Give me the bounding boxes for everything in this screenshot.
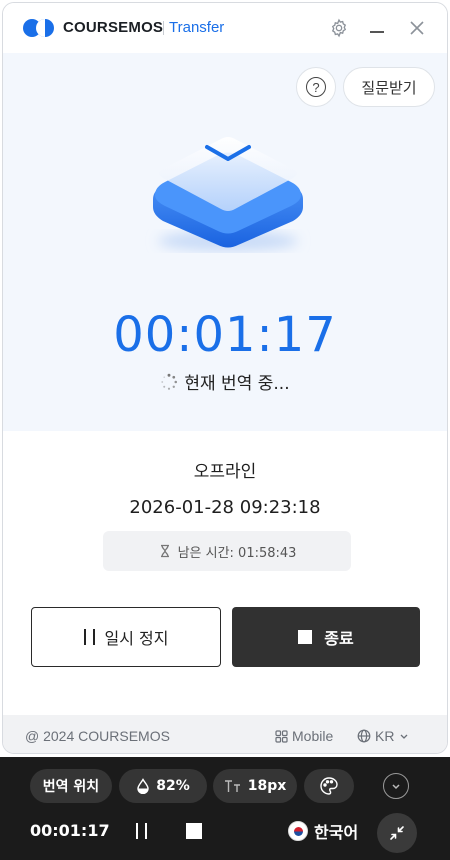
- translation-illustration-icon: [153, 137, 303, 251]
- bar-elapsed-time: 00:01:17: [30, 821, 110, 840]
- opacity-value: 82%: [156, 778, 190, 794]
- status-text: 현재 번역 중...: [184, 374, 290, 394]
- shrink-window-button[interactable]: [377, 813, 417, 853]
- chevron-down-icon: [400, 734, 408, 739]
- spinner-icon: [161, 373, 178, 390]
- caption-position-label: 번역 위치: [42, 779, 100, 795]
- close-button[interactable]: [405, 16, 429, 40]
- close-icon: [410, 21, 424, 35]
- translation-status: 현재 번역 중...: [3, 369, 447, 394]
- stop-icon: [298, 630, 313, 644]
- translation-panel: ? 질문받기 00:01:17 현재 번역 중...: [3, 53, 447, 431]
- app-window: COURSEMOS Transfer ? 질문받기 00:01:17 현재 번역…: [2, 2, 448, 754]
- pause-button-label: 일시 정지: [104, 629, 169, 648]
- help-button[interactable]: ?: [296, 67, 336, 107]
- shrink-icon: [390, 826, 404, 840]
- brand-name: COURSEMOS: [63, 19, 164, 36]
- grid-icon: [275, 729, 288, 743]
- remaining-time-text: 남은 시간: 01:58:43: [177, 545, 297, 561]
- collapse-button[interactable]: [383, 773, 409, 799]
- gear-icon: [331, 18, 347, 38]
- minimize-button[interactable]: [365, 16, 389, 40]
- settings-button[interactable]: [327, 16, 351, 40]
- caption-position-button[interactable]: 번역 위치: [30, 769, 112, 803]
- mobile-link[interactable]: Mobile: [275, 728, 333, 744]
- minimize-icon: [370, 31, 384, 33]
- color-theme-button[interactable]: [304, 769, 354, 803]
- bar-stop-button[interactable]: [186, 823, 202, 839]
- opacity-icon: [137, 778, 149, 794]
- text-size-icon: [224, 780, 240, 792]
- bar-language-label: 한국어: [314, 823, 359, 842]
- brand-divider: [163, 21, 164, 35]
- footer: @ 2024 COURSEMOS Mobile KR: [3, 715, 447, 753]
- korea-flag-icon: [288, 821, 308, 841]
- coursemos-logo-icon: [23, 17, 57, 39]
- bar-language-selector[interactable]: 한국어: [288, 819, 358, 843]
- globe-icon: [357, 729, 371, 743]
- ask-question-button[interactable]: 질문받기: [343, 67, 435, 107]
- remaining-time-badge: 남은 시간: 01:58:43: [103, 531, 351, 571]
- chevron-down-icon: [392, 784, 400, 790]
- help-icon: ?: [306, 77, 326, 97]
- opacity-button[interactable]: 82%: [119, 769, 207, 803]
- font-size-button[interactable]: 18px: [213, 769, 297, 803]
- bar-pause-button[interactable]: [136, 823, 147, 839]
- stop-button[interactable]: 종료: [232, 607, 420, 667]
- pause-button[interactable]: 일시 정지: [31, 607, 221, 667]
- language-label: KR: [375, 728, 395, 744]
- brand-subtitle: Transfer: [169, 19, 225, 36]
- stop-button-label: 종료: [324, 629, 354, 648]
- title-bar: COURSEMOS Transfer: [3, 3, 447, 53]
- hourglass-icon: [160, 544, 169, 558]
- caption-control-bar: 번역 위치 82% 18px 00:01:17 한국어: [0, 757, 450, 860]
- session-title: 오프라인: [193, 462, 257, 482]
- pause-icon: [83, 629, 95, 645]
- copyright-text: @ 2024 COURSEMOS: [25, 728, 170, 744]
- palette-icon: [320, 777, 338, 795]
- font-size-value: 18px: [247, 778, 287, 794]
- session-timer: 00:01:17: [113, 307, 337, 363]
- mobile-label: Mobile: [292, 728, 334, 744]
- session-datetime: 2026-01-28 09:23:18: [129, 497, 321, 518]
- language-selector[interactable]: KR: [357, 728, 410, 744]
